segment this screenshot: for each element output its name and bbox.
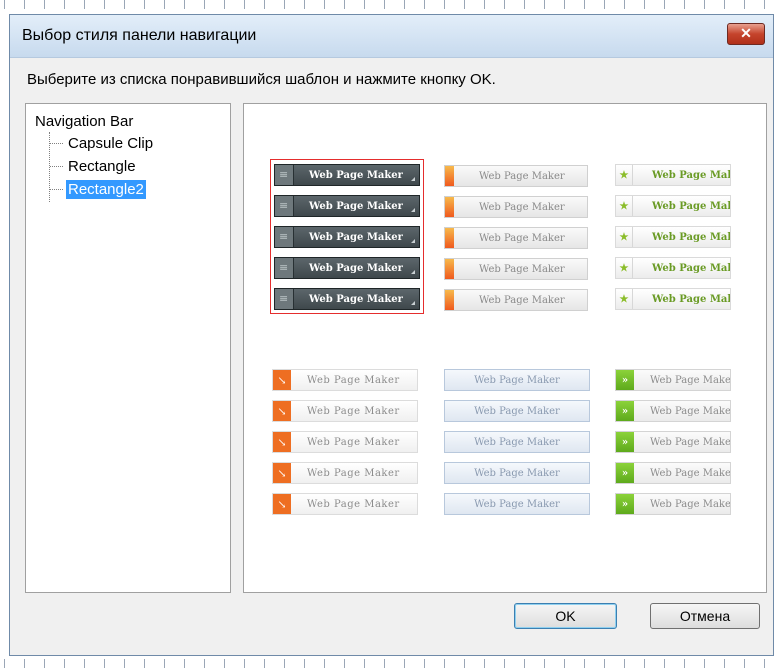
style-preview-panel: Web Page Maker Web Page Maker Web Page M…	[243, 103, 767, 593]
nav-button[interactable]: ★Web Page Maker	[615, 195, 731, 217]
star-icon: ★	[616, 258, 633, 278]
nav-button[interactable]: ★Web Page Maker	[615, 226, 731, 248]
close-icon: ✕	[740, 25, 752, 41]
nav-button[interactable]: » Web Page Maker	[615, 369, 731, 391]
nav-button[interactable]: Web Page Maker	[274, 164, 420, 186]
nav-button[interactable]: Web Page Maker	[444, 369, 590, 391]
orange-bar-icon	[445, 166, 454, 186]
top-ruler	[0, 0, 783, 12]
orange-bar-icon	[445, 290, 454, 310]
orange-bar-icon	[445, 259, 454, 279]
star-icon: ★	[616, 165, 633, 185]
tree-item-capsule-clip[interactable]: Capsule Clip	[49, 134, 155, 153]
menu-lines-icon	[275, 258, 294, 278]
arrow-down-right-icon: ↘	[273, 370, 291, 390]
nav-button[interactable]: Web Page Maker	[444, 289, 588, 311]
ok-button[interactable]: OK	[514, 603, 617, 629]
nav-button[interactable]: Web Page Maker	[444, 431, 590, 453]
nav-button[interactable]: Web Page Maker	[444, 258, 588, 280]
menu-lines-icon	[275, 289, 294, 309]
close-button[interactable]: ✕	[727, 23, 765, 45]
menu-lines-icon	[275, 196, 294, 216]
orange-bar-icon	[445, 197, 454, 217]
nav-button[interactable]: Web Page Maker	[444, 165, 588, 187]
nav-button[interactable]: ↘ Web Page Maker	[272, 400, 418, 422]
dialog-title: Выбор стиля панели навигации	[22, 27, 257, 44]
tree-item-rectangle2[interactable]: Rectangle2	[50, 180, 146, 199]
star-icon: ★	[616, 227, 633, 247]
arrow-down-right-icon: ↘	[273, 432, 291, 452]
menu-lines-icon	[275, 165, 294, 185]
menu-lines-icon	[275, 227, 294, 247]
nav-button[interactable]: » Web Page Maker	[615, 462, 731, 484]
style-tree[interactable]: Navigation Bar Capsule Clip Rectangle Re…	[25, 103, 231, 593]
nav-button[interactable]: Web Page Maker	[274, 226, 420, 248]
star-icon: ★	[616, 289, 633, 309]
tree-item-rectangle[interactable]: Rectangle	[50, 157, 138, 176]
nav-button[interactable]: ★Web Page Maker	[615, 257, 731, 279]
nav-button[interactable]: Web Page Maker	[274, 195, 420, 217]
arrow-down-right-icon: ↘	[273, 401, 291, 421]
nav-button[interactable]: ↘ Web Page Maker	[272, 431, 418, 453]
nav-button[interactable]: ↘ Web Page Maker	[272, 493, 418, 515]
nav-button[interactable]: » Web Page Maker	[615, 431, 731, 453]
double-chevron-icon: »	[616, 463, 634, 483]
nav-button[interactable]: Web Page Maker	[444, 196, 588, 218]
nav-button[interactable]: Web Page Maker	[444, 227, 588, 249]
double-chevron-icon: »	[616, 401, 634, 421]
nav-button[interactable]: Web Page Maker	[444, 493, 590, 515]
nav-button[interactable]: ↘ Web Page Maker	[272, 369, 418, 391]
cancel-button[interactable]: Отмена	[650, 603, 760, 629]
nav-button[interactable]: » Web Page Maker	[615, 493, 731, 515]
nav-button[interactable]: ★Web Page Maker	[615, 164, 731, 186]
instruction-text: Выберите из списка понравившийся шаблон …	[27, 71, 496, 88]
nav-button[interactable]: » Web Page Maker	[615, 400, 731, 422]
double-chevron-icon: »	[616, 494, 634, 514]
arrow-down-right-icon: ↘	[273, 494, 291, 514]
nav-button[interactable]: Web Page Maker	[274, 288, 420, 310]
nav-button[interactable]: Web Page Maker	[274, 257, 420, 279]
tree-root[interactable]: Navigation Bar	[35, 113, 133, 130]
nav-button[interactable]: Web Page Maker	[444, 400, 590, 422]
nav-button[interactable]: Web Page Maker	[444, 462, 590, 484]
double-chevron-icon: »	[616, 370, 634, 390]
nav-style-dialog: Выбор стиля панели навигации ✕ Выберите …	[9, 14, 774, 656]
nav-button[interactable]: ★Web Page Maker	[615, 288, 731, 310]
title-bar[interactable]: Выбор стиля панели навигации ✕	[10, 15, 773, 58]
double-chevron-icon: »	[616, 432, 634, 452]
orange-bar-icon	[445, 228, 454, 248]
nav-button[interactable]: ↘ Web Page Maker	[272, 462, 418, 484]
arrow-down-right-icon: ↘	[273, 463, 291, 483]
star-icon: ★	[616, 196, 633, 216]
bottom-ruler	[0, 656, 783, 668]
